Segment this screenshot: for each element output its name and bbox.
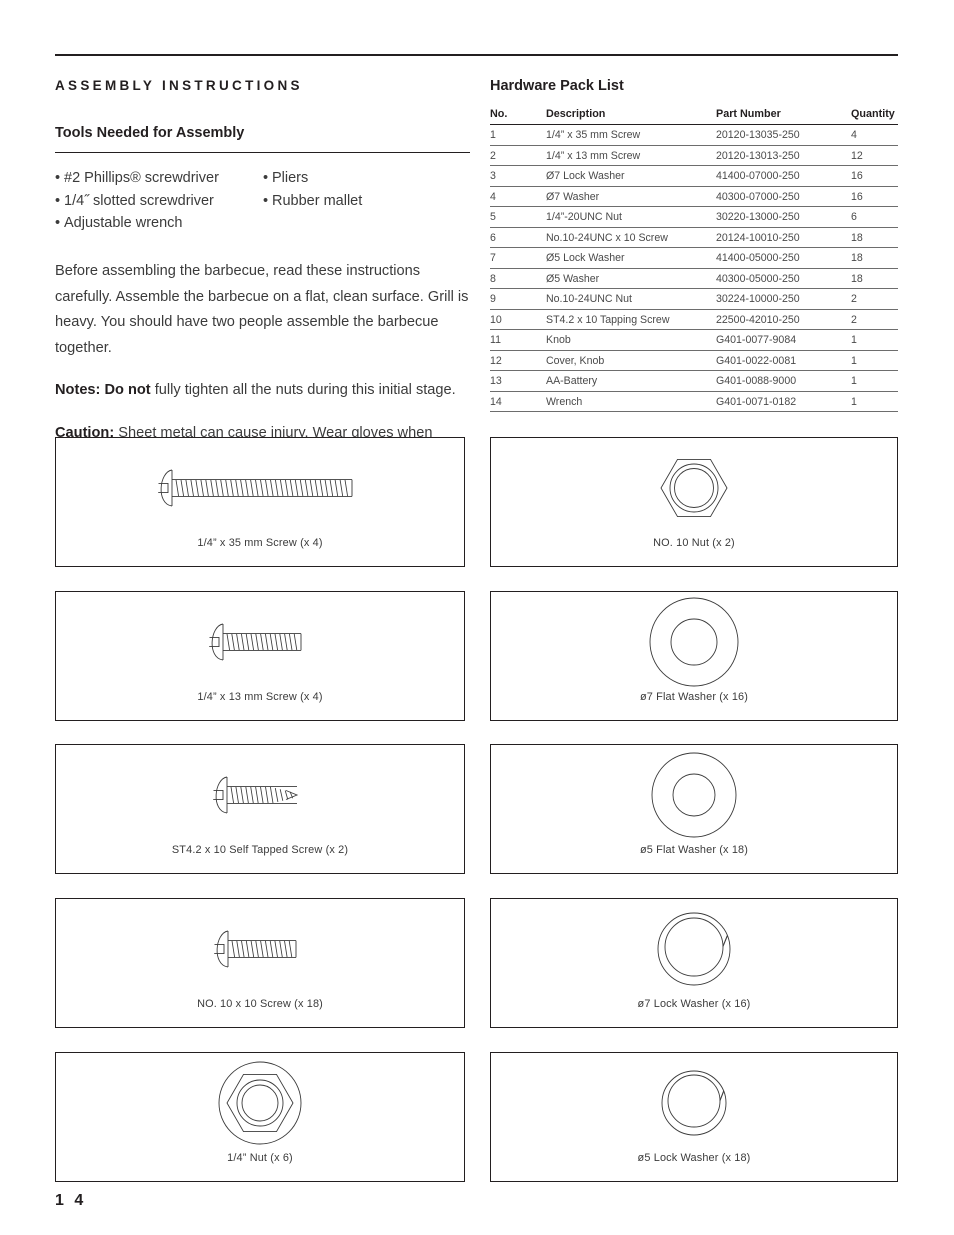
lock-washer-large-icon (491, 899, 897, 999)
flat-washer-large-icon (491, 592, 897, 692)
hex-nut-flanged-icon (56, 1053, 464, 1153)
hardware-item-caption: 1/4” x 13 mm Screw (x 4) (197, 691, 323, 703)
hardware-item-box: ø5 Lock Washer (x 18) (490, 1052, 898, 1182)
pan-head-screw-long-icon (56, 438, 464, 538)
hardware-item-caption: ø7 Lock Washer (x 16) (637, 998, 751, 1010)
manual-page: ASSEMBLY INSTRUCTIONS Tools Needed for A… (0, 0, 954, 1235)
hardware-illustration-grid: 1/4” x 35 mm Screw (x 4) 1/4” x 13 mm Sc… (0, 0, 954, 1235)
page-number: 1 4 (55, 1192, 87, 1209)
lock-washer-small-icon (491, 1053, 897, 1153)
hardware-item-box: ø5 Flat Washer (x 18) (490, 744, 898, 874)
hardware-item-box: ø7 Lock Washer (x 16) (490, 898, 898, 1028)
pan-head-screw-short-icon (56, 592, 464, 692)
hardware-item-box: 1/4” x 13 mm Screw (x 4) (55, 591, 465, 721)
hardware-item-box: NO. 10 x 10 Screw (x 18) (55, 898, 465, 1028)
hardware-item-caption: ST4.2 x 10 Self Tapped Screw (x 2) (171, 844, 349, 856)
pan-head-screw-medium-icon (56, 899, 464, 999)
hardware-item-box: 1/4” Nut (x 6) (55, 1052, 465, 1182)
hardware-item-box: ST4.2 x 10 Self Tapped Screw (x 2) (55, 744, 465, 874)
self-tapping-screw-icon (56, 745, 464, 845)
hardware-item-caption: ø5 Flat Washer (x 18) (639, 844, 749, 856)
hardware-item-caption: NO. 10 Nut (x 2) (653, 537, 735, 549)
hardware-item-box: 1/4” x 35 mm Screw (x 4) (55, 437, 465, 567)
hardware-item-box: ø7 Flat Washer (x 16) (490, 591, 898, 721)
hardware-item-caption: 1/4” x 35 mm Screw (x 4) (197, 537, 323, 549)
flat-washer-small-icon (491, 745, 897, 845)
hardware-item-caption: ø5 Lock Washer (x 18) (637, 1152, 751, 1164)
hardware-item-caption: ø7 Flat Washer (x 16) (639, 691, 749, 703)
hardware-item-box: NO. 10 Nut (x 2) (490, 437, 898, 567)
hardware-item-caption: 1/4” Nut (x 6) (227, 1152, 293, 1164)
hardware-item-caption: NO. 10 x 10 Screw (x 18) (197, 998, 323, 1010)
hex-nut-icon (491, 438, 897, 538)
